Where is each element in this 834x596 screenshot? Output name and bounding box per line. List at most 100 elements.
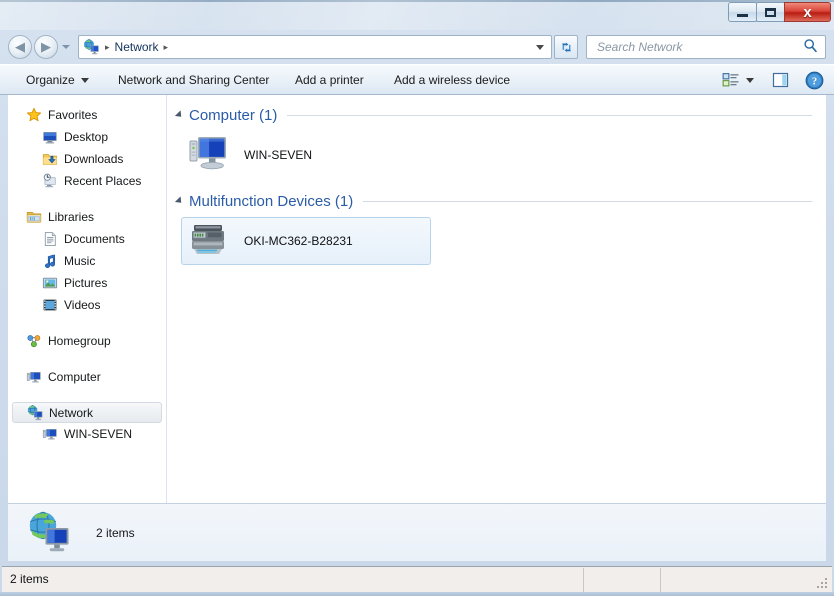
downloads-icon (42, 151, 58, 167)
organize-button[interactable]: Organize (18, 65, 97, 95)
computer-large-icon (188, 134, 232, 177)
desktop-icon (42, 129, 58, 145)
sidebar-item-pictures-label: Pictures (64, 276, 108, 290)
refresh-button[interactable] (554, 35, 578, 59)
window-bottom-border (0, 592, 834, 596)
breadcrumb-item-network[interactable]: Network (115, 40, 159, 54)
details-pane-item-count: 2 items (96, 525, 135, 540)
network-icon (83, 39, 100, 55)
network-icon (27, 404, 43, 421)
content-group-title-multifunction-devices: Multifunction Devices (1) (189, 192, 354, 210)
sidebar-item-win-seven[interactable]: WIN-SEVEN (8, 423, 166, 445)
command-toolbar: Organize Network and Sharing Center Add … (0, 64, 834, 95)
computer-icon (26, 369, 42, 385)
sidebar-item-videos-label: Videos (64, 298, 101, 312)
sidebar-item-win-seven-label: WIN-SEVEN (64, 427, 133, 441)
help-button[interactable]: ? (801, 67, 828, 93)
navigation-buttons: ◀ ▶ (8, 35, 70, 59)
status-bar-separator-1 (583, 568, 584, 592)
sidebar-group-homegroup[interactable]: Homegroup (8, 330, 166, 352)
search-icon[interactable] (803, 38, 818, 56)
close-button[interactable]: x (784, 2, 831, 22)
collapse-triangle-icon[interactable] (174, 196, 185, 206)
homegroup-icon (26, 333, 42, 349)
content-item-oki-printer-label: OKI-MC362-B28231 (244, 234, 353, 248)
add-a-wireless-device-button[interactable]: Add a wireless device (386, 65, 518, 95)
content-group-header-multifunction-devices[interactable]: Multifunction Devices (1) (174, 189, 826, 213)
sidebar-item-downloads[interactable]: Downloads (8, 148, 166, 170)
maximize-icon (765, 7, 776, 17)
status-bar-separator-2 (660, 568, 661, 592)
search-input[interactable] (595, 37, 791, 57)
sidebar-group-favorites-label: Favorites (48, 108, 98, 122)
view-chevron-down-icon (746, 77, 754, 83)
title-bar-glass (0, 0, 834, 30)
explorer-body: Favorites Desktop Downloads Recent Place… (8, 95, 826, 503)
forward-arrow-icon: ▶ (41, 39, 51, 54)
breadcrumb-separator-leading: ▸ (105, 41, 110, 52)
group-separator-line (363, 200, 812, 202)
computer-icon (42, 426, 58, 442)
sidebar-group-libraries[interactable]: Libraries (8, 206, 166, 228)
sidebar-group-computer-label: Computer (48, 370, 101, 384)
add-a-wireless-device-label: Add a wireless device (394, 73, 511, 87)
search-box[interactable] (586, 35, 826, 59)
sidebar-item-music[interactable]: Music (8, 250, 166, 272)
window-caption-buttons: x (728, 2, 831, 24)
sidebar-item-documents-label: Documents (64, 232, 125, 246)
star-icon (26, 107, 42, 123)
address-bar[interactable]: ▸ Network ▸ (78, 35, 552, 59)
window-top-border (0, 0, 834, 2)
refresh-icon (561, 41, 571, 53)
preview-pane-button[interactable] (768, 67, 793, 93)
explorer-window: x ◀ ▶ ▸ Network ▸ Search Network Organiz… (0, 0, 834, 596)
forward-button[interactable]: ▶ (34, 35, 58, 59)
sidebar-item-documents[interactable]: Documents (8, 228, 166, 250)
sidebar-item-desktop[interactable]: Desktop (8, 126, 166, 148)
sidebar-item-music-label: Music (64, 254, 96, 268)
add-a-printer-label: Add a printer (295, 73, 364, 87)
sidebar-item-videos[interactable]: Videos (8, 294, 166, 316)
recent-pages-dropdown-icon[interactable] (62, 45, 70, 49)
libraries-icon (26, 209, 42, 225)
sidebar-group-favorites[interactable]: Favorites (8, 104, 166, 126)
sidebar-item-downloads-label: Downloads (64, 152, 124, 166)
minimize-button[interactable] (728, 2, 757, 22)
preview-pane-icon (772, 72, 789, 88)
view-options-icon (722, 73, 739, 87)
printer-large-icon (188, 220, 232, 263)
content-pane[interactable]: Computer (1) WIN-SEVEN Multifunction Dev… (167, 95, 826, 503)
add-a-printer-button[interactable]: Add a printer (287, 65, 372, 95)
help-icon: ? (805, 71, 824, 89)
sidebar-group-computer[interactable]: Computer (8, 366, 166, 388)
maximize-button[interactable] (756, 2, 785, 22)
change-view-button[interactable] (718, 67, 758, 93)
status-bar-text: 2 items (10, 572, 49, 586)
network-and-sharing-center-button[interactable]: Network and Sharing Center (110, 65, 277, 95)
content-item-oki-printer[interactable]: OKI-MC362-B28231 (181, 217, 431, 265)
network-large-icon (28, 511, 72, 555)
sidebar-group-libraries-label: Libraries (48, 210, 95, 224)
music-icon (42, 253, 58, 269)
svg-text:?: ? (812, 76, 817, 87)
recent-places-icon (42, 173, 58, 189)
content-group-header-computer[interactable]: Computer (1) (174, 103, 826, 127)
resize-grip[interactable] (817, 578, 829, 590)
content-item-win-seven[interactable]: WIN-SEVEN (181, 131, 323, 179)
pictures-icon (42, 275, 58, 291)
address-dropdown-icon[interactable] (536, 44, 544, 50)
breadcrumb-separator-trailing[interactable]: ▸ (164, 42, 169, 53)
sidebar-group-homegroup-label: Homegroup (48, 334, 111, 348)
back-button[interactable]: ◀ (8, 35, 32, 59)
sidebar-item-pictures[interactable]: Pictures (8, 272, 166, 294)
sidebar-item-network[interactable]: Network (12, 402, 162, 423)
documents-icon (42, 231, 58, 247)
sidebar-item-recent-places[interactable]: Recent Places (8, 170, 166, 192)
collapse-triangle-icon[interactable] (174, 110, 185, 120)
back-arrow-icon: ◀ (15, 39, 25, 54)
videos-icon (42, 297, 58, 313)
